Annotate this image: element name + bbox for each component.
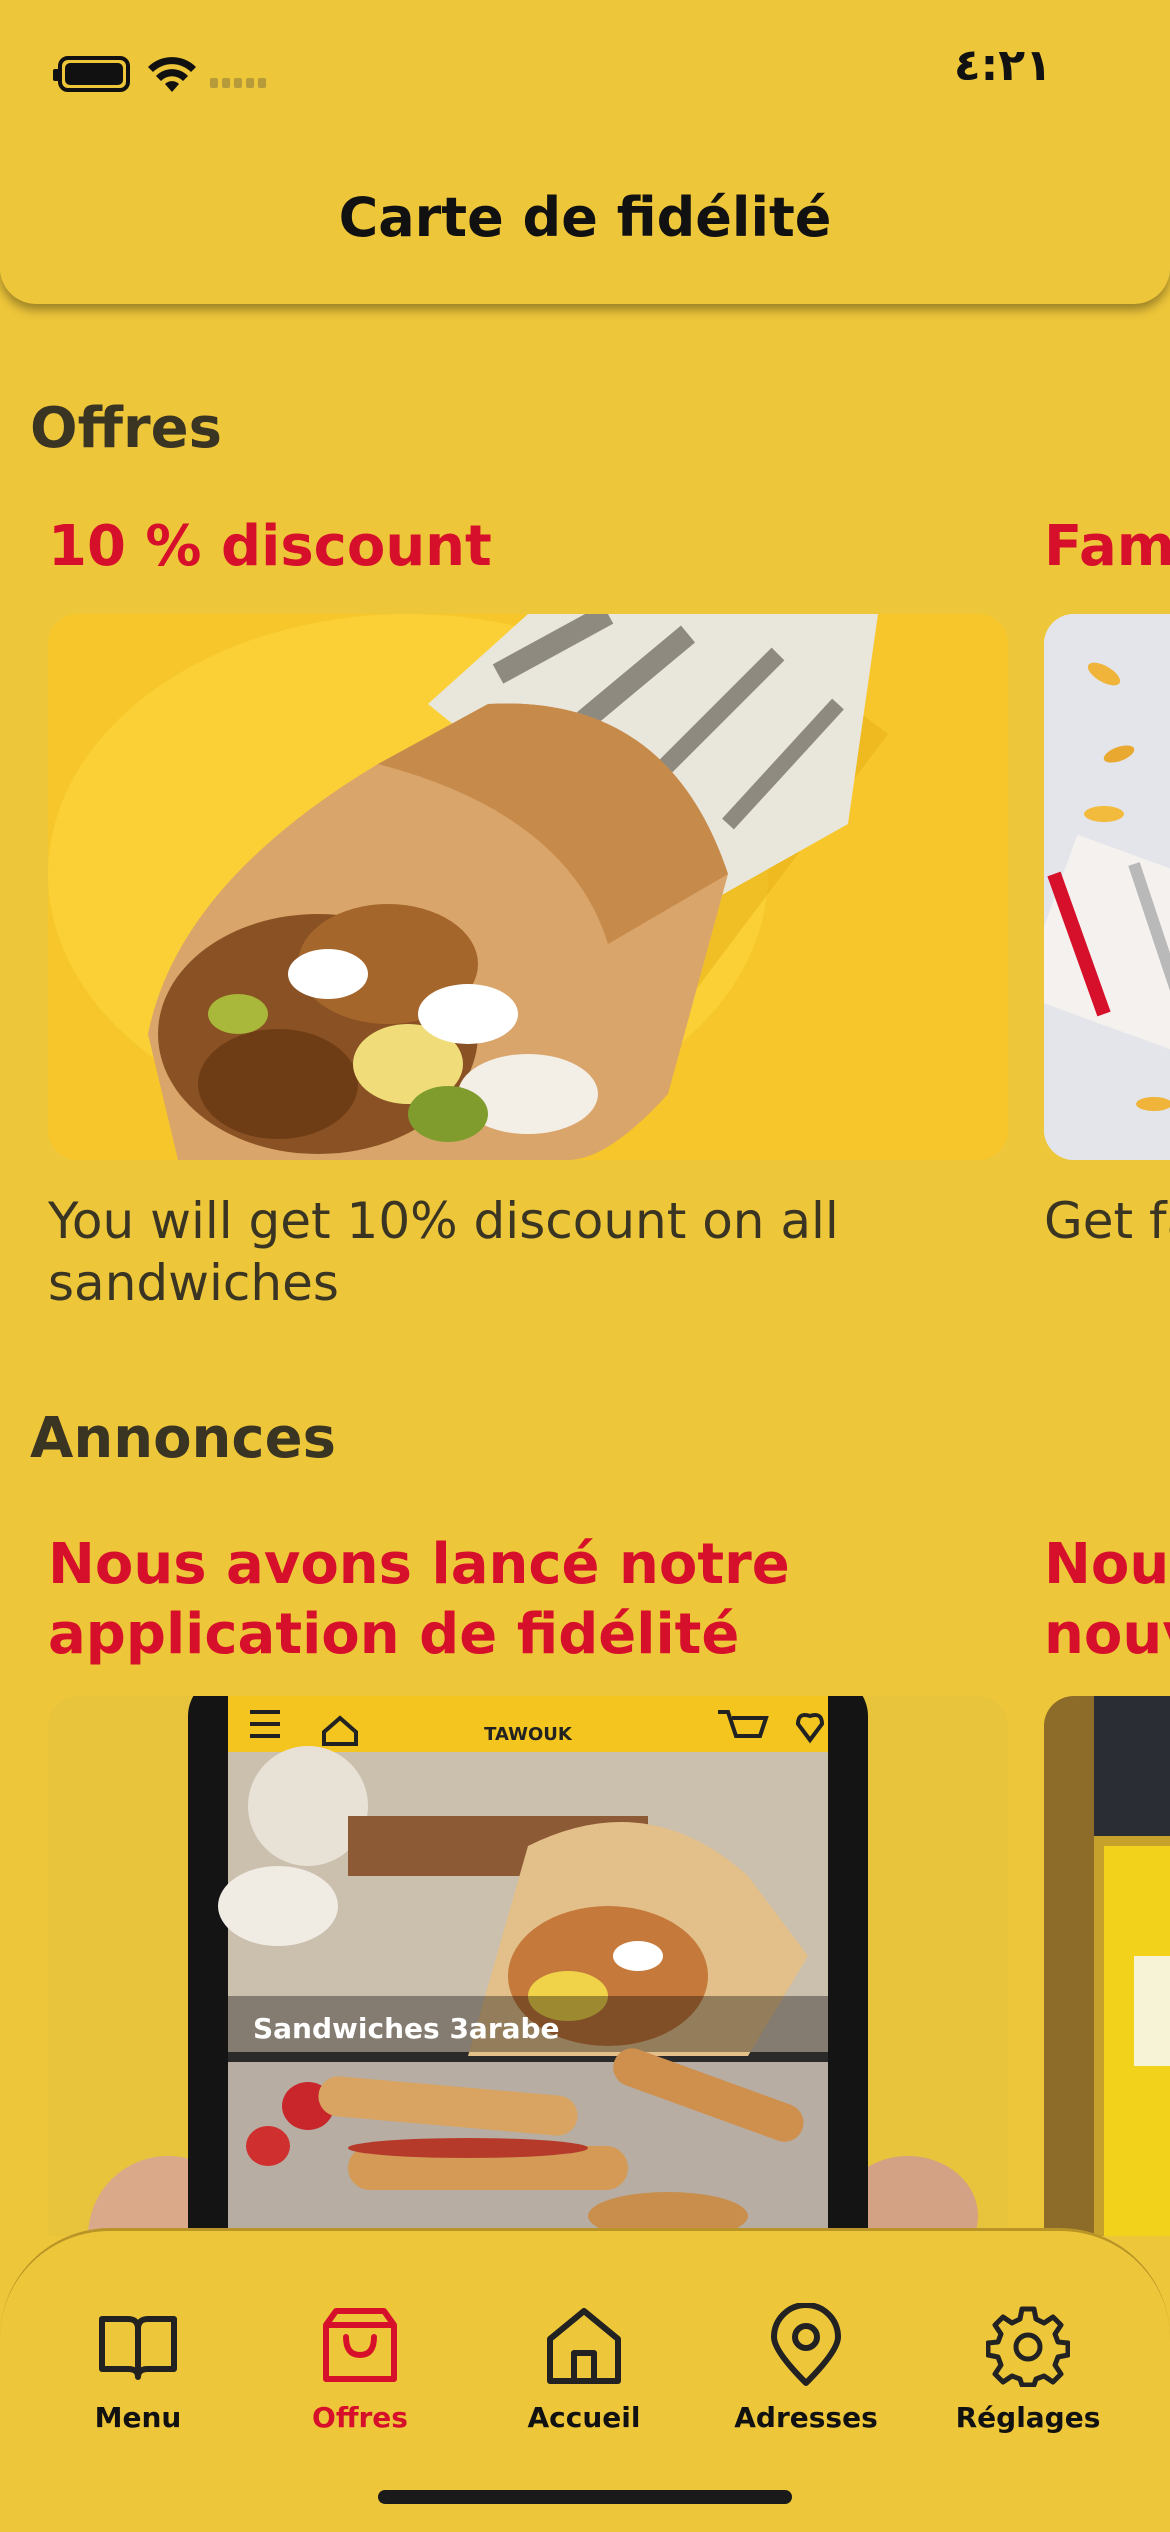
nav-item-offres[interactable]: Offres — [270, 2303, 450, 2434]
fries-wrap-photo — [1044, 614, 1170, 1160]
settings-gear-icon — [986, 2306, 1070, 2387]
app-header: ٤:٢١ Carte de fidélité — [0, 0, 1170, 304]
announcement-title-line2: application de fidélité — [48, 1602, 740, 1667]
bottom-navigation: Menu Offres Accueil Adresses Réglages — [0, 2228, 1170, 2532]
announcement-title-line1: Nous — [1044, 1532, 1170, 1597]
annonces-section-title: Annonces — [30, 1406, 336, 1471]
map-pin-icon — [771, 2303, 841, 2386]
loyalty-card-screen: ٤:٢١ Carte de fidélité Offres 10 % disco… — [0, 0, 1170, 2532]
app-phone-photo: TAWOUK Sandwiches 3arabe — [48, 1696, 1008, 2236]
nav-item-reglages[interactable]: Réglages — [938, 2303, 1118, 2434]
announcement-title-line1: Nous avons lancé notre — [48, 1532, 790, 1597]
announcement-title-line2: nouv — [1044, 1602, 1170, 1667]
cellular-signal-icon — [210, 78, 266, 88]
app-logo-text: TAWOUK — [484, 1724, 573, 1745]
announcement-card-new[interactable]: Nous nouv — [1044, 1530, 1170, 2236]
offer-card-description: You will get 10% discount on all sandwic… — [48, 1192, 839, 1312]
announcement-card-app-launch[interactable]: Nous avons lancé notre application de fi… — [48, 1530, 1008, 2236]
status-bar: ٤:٢١ — [0, 0, 1170, 140]
page-title: Carte de fidélité — [338, 186, 832, 249]
nav-label-accueil: Accueil — [527, 2401, 641, 2434]
offres-section-title: Offres — [30, 396, 222, 461]
book-open-icon — [99, 2316, 177, 2380]
app-menu-item-text: Sandwiches 3arabe — [253, 2012, 560, 2045]
offer-card-description: Get fa — [1044, 1192, 1170, 1250]
battery-icon — [53, 56, 130, 92]
offer-card-title: Fam — [1044, 514, 1170, 579]
announcement-card-image — [1044, 1696, 1170, 2236]
nav-label-offres: Offres — [312, 2401, 408, 2434]
restaurant-front-photo — [1044, 1696, 1170, 2236]
nav-label-adresses: Adresses — [734, 2401, 878, 2434]
wifi-icon — [148, 57, 196, 92]
offer-card-image — [48, 614, 1008, 1160]
announcement-card-image: TAWOUK Sandwiches 3arabe — [48, 1696, 1008, 2236]
shopping-bag-icon — [323, 2308, 397, 2382]
home-indicator[interactable] — [378, 2490, 792, 2504]
nav-label-menu: Menu — [94, 2401, 182, 2434]
nav-label-reglages: Réglages — [955, 2401, 1101, 2434]
nav-item-adresses[interactable]: Adresses — [716, 2303, 896, 2434]
nav-item-accueil[interactable]: Accueil — [494, 2303, 674, 2434]
offer-card-discount[interactable]: 10 % discount You will get 10% discount … — [48, 512, 1008, 1332]
tawouk-wrap-photo — [48, 614, 1008, 1160]
status-time: ٤:٢١ — [953, 40, 1052, 91]
nav-item-menu[interactable]: Menu — [48, 2303, 228, 2434]
offer-card-image — [1044, 614, 1170, 1160]
offer-card-family[interactable]: Fam Get fa — [1044, 512, 1170, 1332]
offer-card-title: 10 % discount — [48, 514, 492, 579]
home-icon — [547, 2308, 621, 2384]
